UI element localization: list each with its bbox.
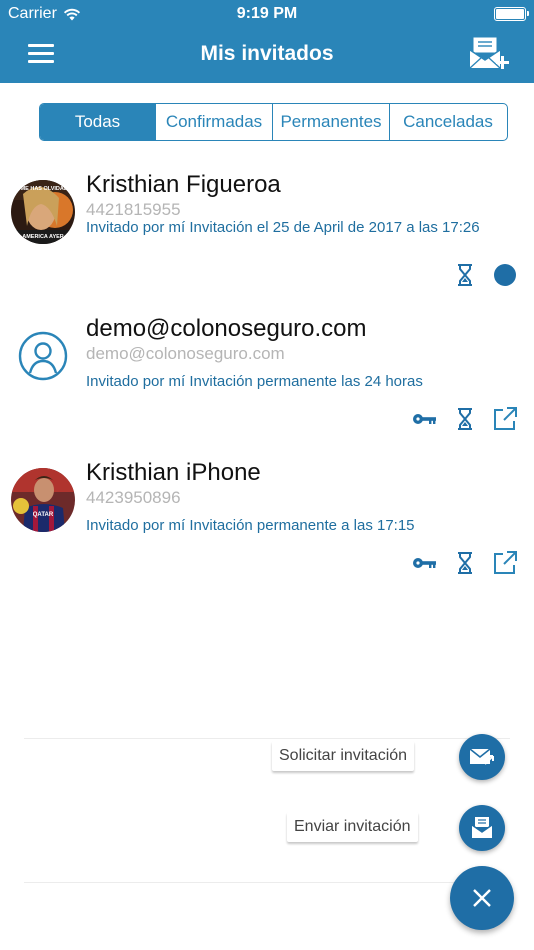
avatar: SI ME HAS OLVIDADO AMERICA AYER	[11, 180, 75, 244]
nav-bar: Mis invitados	[0, 28, 534, 83]
invitation-detail: Invitado por mí Invitación permanente a …	[86, 517, 415, 534]
row-actions	[412, 550, 518, 576]
divider	[24, 738, 510, 739]
hourglass-icon[interactable]	[452, 262, 478, 288]
status-dot-icon[interactable]	[492, 262, 518, 288]
filter-segmented-control: Todas Confirmadas Permanentes Canceladas	[39, 103, 508, 141]
list-item[interactable]: demo@colonoseguro.com demo@colonoseguro.…	[0, 310, 534, 440]
list-item[interactable]: QATAR Kristhian iPhone 4423950896 Invita…	[0, 454, 534, 584]
status-time: 9:19 PM	[236, 5, 298, 22]
guest-name: Kristhian Figueroa	[86, 171, 281, 198]
request-invitation-label[interactable]: Solicitar invitación	[272, 741, 415, 771]
avatar-caption-top: SI ME HAS OLVIDADO	[14, 186, 73, 192]
status-bar: Carrier 9:19 PM	[0, 0, 534, 28]
avatar-photo: SI ME HAS OLVIDADO AMERICA AYER	[11, 180, 75, 244]
key-icon[interactable]	[412, 406, 438, 432]
divider	[24, 882, 510, 883]
row-actions	[412, 406, 518, 432]
invitation-detail: Invitado por mí Invitación permanente la…	[86, 373, 423, 390]
hourglass-icon[interactable]	[452, 406, 478, 432]
user-placeholder-icon	[18, 331, 68, 381]
close-fab-button[interactable]	[450, 866, 514, 930]
request-invitation-button[interactable]	[459, 734, 505, 780]
page-title: Mis invitados	[200, 42, 334, 65]
tab-todas[interactable]: Todas	[40, 104, 156, 140]
envelope-send-icon	[471, 817, 493, 838]
guest-phone: 4421815955	[86, 200, 181, 219]
list-item[interactable]: SI ME HAS OLVIDADO AMERICA AYER Kristhia…	[0, 166, 534, 296]
add-invitation-icon[interactable]	[468, 36, 510, 74]
hourglass-icon[interactable]	[452, 550, 478, 576]
envelope-request-icon	[469, 748, 494, 765]
share-icon[interactable]	[492, 550, 518, 576]
avatar: QATAR	[11, 468, 75, 532]
guest-name: demo@colonoseguro.com	[86, 315, 367, 342]
tab-permanentes[interactable]: Permanentes	[273, 104, 390, 140]
send-invitation-button[interactable]	[459, 805, 505, 851]
send-invitation-label[interactable]: Enviar invitación	[287, 812, 418, 842]
tab-confirmadas[interactable]: Confirmadas	[156, 104, 273, 140]
avatar-caption-bottom: AMERICA AYER	[22, 234, 64, 240]
tab-canceladas[interactable]: Canceladas	[390, 104, 506, 140]
battery-icon	[494, 7, 529, 21]
jersey-sponsor-text: QATAR	[33, 512, 54, 518]
key-icon[interactable]	[412, 550, 438, 576]
invitation-detail: Invitado por mí Invitación el 25 de Apri…	[86, 219, 480, 236]
guest-phone: 4423950896	[86, 488, 181, 507]
share-icon[interactable]	[492, 406, 518, 432]
close-icon	[473, 889, 491, 907]
avatar	[11, 324, 75, 388]
avatar-photo: QATAR	[11, 468, 75, 532]
row-actions	[452, 262, 518, 288]
guest-email: demo@colonoseguro.com	[86, 344, 285, 363]
guest-name: Kristhian iPhone	[86, 459, 261, 486]
